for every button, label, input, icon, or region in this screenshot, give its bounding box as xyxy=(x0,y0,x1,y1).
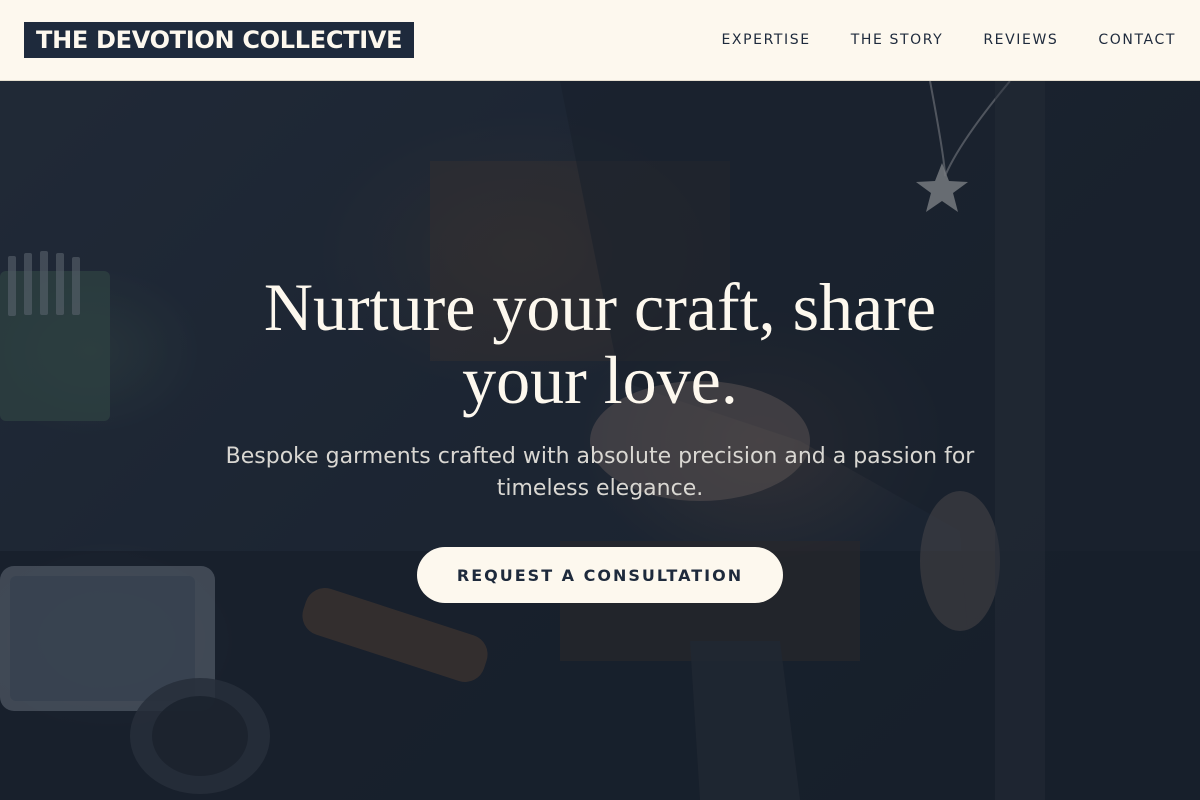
nav-link-expertise[interactable]: EXPERTISE xyxy=(721,32,810,48)
nav-link-the-story[interactable]: THE STORY xyxy=(851,32,944,48)
hero-subheadline: Bespoke garments crafted with absolute p… xyxy=(225,444,975,501)
brand-logo[interactable]: THE DEVOTION COLLECTIVE xyxy=(24,22,415,58)
site-header: THE DEVOTION COLLECTIVE EXPERTISE THE ST… xyxy=(0,0,1200,81)
hero-section: Nurture your craft, share your love. Bes… xyxy=(0,81,1200,800)
main-nav: EXPERTISE THE STORY REVIEWS CONTACT xyxy=(721,32,1176,48)
nav-link-reviews[interactable]: REVIEWS xyxy=(983,32,1058,48)
hero-headline: Nurture your craft, share your love. xyxy=(263,269,937,418)
nav-link-contact[interactable]: CONTACT xyxy=(1098,32,1176,48)
hero-content: Nurture your craft, share your love. Bes… xyxy=(0,271,1200,603)
request-consultation-button[interactable]: REQUEST A CONSULTATION xyxy=(416,547,784,603)
